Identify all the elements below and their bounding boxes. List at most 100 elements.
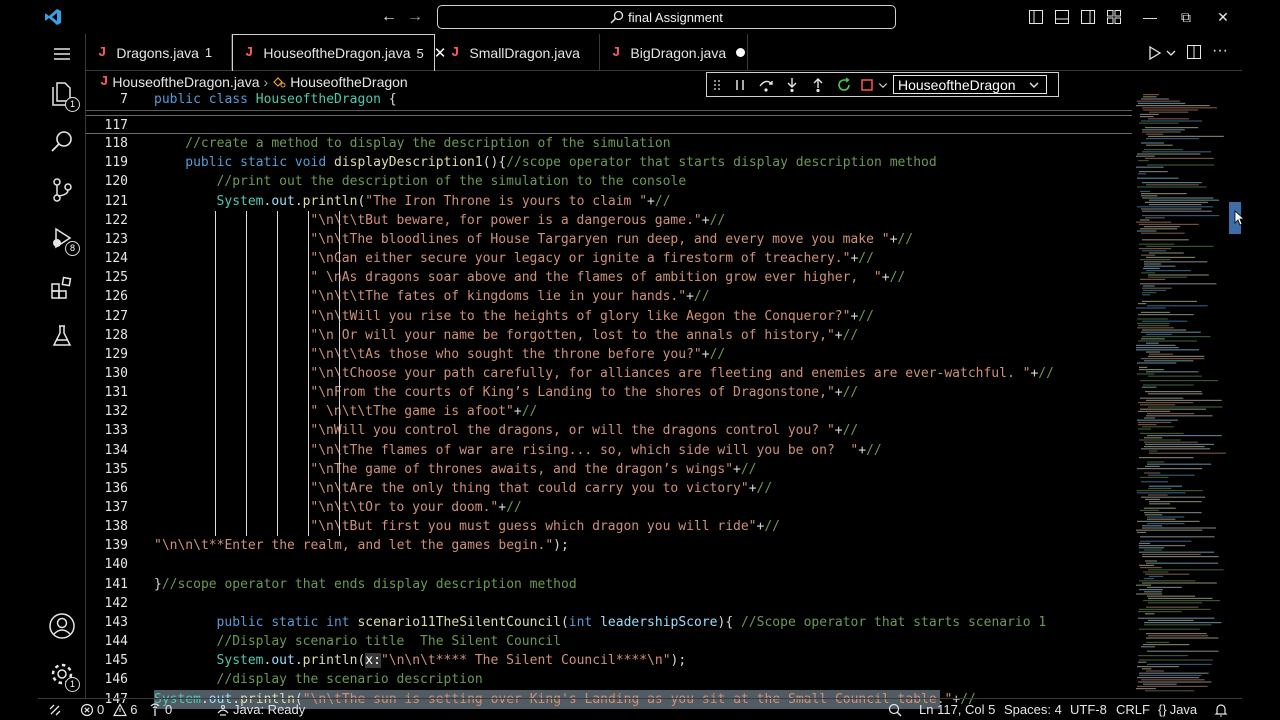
code-line[interactable]: 134 "\n\tThe flames of war are rising... … (86, 441, 1132, 460)
run-and-debug-icon[interactable]: 8 (48, 224, 80, 256)
minimap-line (1148, 494, 1168, 496)
minimap[interactable] (1132, 92, 1242, 698)
code-line[interactable]: 126 "\n\t\tThe fates of kingdoms lie in y… (86, 287, 1132, 306)
code-line[interactable]: 140 (86, 555, 1132, 574)
minimap-line (1140, 509, 1159, 511)
code-line[interactable]: 122 "\n\t\tBut beware, for power is a dan… (86, 211, 1132, 230)
code-line[interactable]: 123 "\n\tThe bloodlines of House Targarye… (86, 230, 1132, 249)
indent-guide (308, 210, 309, 537)
code-line[interactable]: 118 //create a method to display the desc… (86, 134, 1132, 153)
minimap-line (1137, 492, 1186, 494)
more-actions-icon[interactable]: ··· (1212, 42, 1230, 60)
minimap-line (1146, 270, 1191, 272)
minimap-line (1140, 113, 1159, 115)
account-icon[interactable] (48, 612, 76, 640)
toggle-panel-icon[interactable] (1054, 9, 1070, 25)
encoding[interactable]: UTF-8 (1070, 702, 1107, 718)
code-line[interactable]: 138 "\n\tBut first you must guess which d… (86, 517, 1132, 536)
minimap-line (1149, 575, 1164, 577)
java-file-icon: J (100, 74, 109, 90)
breadcrumb-file[interactable]: HouseoftheDragon.java (112, 74, 259, 90)
indentation[interactable]: Spaces: 4 (1004, 702, 1062, 718)
line-number: 142 (104, 595, 128, 611)
minimap-line (1138, 303, 1147, 305)
problems-indicator[interactable]: 0 6 (80, 702, 137, 718)
minimap-line (1137, 666, 1179, 668)
language-mode[interactable]: {} Java (1158, 702, 1197, 718)
zoom-icon[interactable] (888, 702, 902, 718)
code-line[interactable]: 145 System.out.println(x:"\n\n\t**** The … (86, 651, 1132, 670)
code-line[interactable]: 121 System.out.println("The Iron Throne i… (86, 192, 1132, 211)
ports-indicator[interactable]: 0 (148, 702, 172, 718)
toggle-primary-sidebar-icon[interactable] (1028, 9, 1044, 25)
code-line[interactable]: 132 " \n\t\tThe game is afoot"+// (86, 402, 1132, 421)
manage-gear-icon[interactable]: 1 (48, 660, 80, 692)
code-line[interactable]: 146 //display the scenario description (86, 670, 1132, 689)
minimap-line (1140, 116, 1154, 118)
line-number: 145 (104, 653, 128, 669)
restore-button[interactable]: ⧉ (1176, 7, 1196, 27)
menu-icon[interactable] (48, 40, 76, 68)
toggle-secondary-sidebar-icon[interactable] (1080, 9, 1096, 25)
code-editor[interactable]: 7 public class HouseoftheDragon { 117 118… (86, 92, 1132, 709)
extensions-icon[interactable] (48, 274, 76, 302)
minimap-line (1141, 496, 1206, 498)
line-number: 7 (120, 92, 128, 107)
source-control-icon[interactable] (48, 176, 76, 204)
notifications-bell-icon[interactable] (1214, 702, 1228, 718)
minimap-line (1137, 318, 1168, 320)
minimap-line (1146, 144, 1173, 146)
code-line[interactable]: 127 "\n\tWill you rise to the heights of … (86, 307, 1132, 326)
code-line[interactable]: 130 "\n\tChoose your path carefully, for … (86, 364, 1132, 383)
code-line[interactable]: 137 "\n\t\tOr to your doom."+// (86, 498, 1132, 517)
cursor-position[interactable]: Ln 117, Col 5 (919, 702, 995, 718)
search-icon[interactable] (48, 128, 76, 156)
java-status[interactable]: Java: Ready (216, 702, 305, 718)
minimap-line (1139, 248, 1172, 250)
minimap-line (1142, 107, 1217, 109)
breadcrumb-symbol[interactable]: HouseoftheDragon (290, 74, 408, 90)
run-dropdown-chevron-icon[interactable] (1165, 46, 1183, 64)
minimap-line (1143, 600, 1221, 602)
run-java-icon[interactable] (1146, 44, 1173, 62)
testing-flask-icon[interactable] (48, 322, 76, 350)
minimize-button[interactable]: — (1140, 7, 1160, 27)
code-line[interactable]: 141}//scope operator that ends display d… (86, 575, 1132, 594)
minimap-line (1149, 452, 1226, 454)
code-line[interactable]: 119 public static void displayDescription… (86, 153, 1132, 172)
code-line[interactable]: 133 "\nWill you control the dragons, or w… (86, 421, 1132, 440)
code-line[interactable]: 143 public static int scenario11TheSilent… (86, 613, 1132, 632)
forward-arrow-icon[interactable]: → (404, 6, 426, 28)
code-line[interactable]: 117 (86, 115, 1132, 134)
tab-smalldragon[interactable]: J SmallDragon.java (435, 34, 600, 71)
code-line[interactable]: 131 "\nFrom the courts of King’s Landing … (86, 383, 1132, 402)
minimap-line (1146, 184, 1199, 186)
code-line[interactable]: 120 //print out the description of the si… (86, 172, 1132, 191)
unsaved-dot-icon[interactable] (736, 48, 746, 57)
code-line[interactable]: 124 "\nCan either secure your legacy or i… (86, 249, 1132, 268)
code-line[interactable]: 142 (86, 594, 1132, 613)
close-window-button[interactable]: ✕ (1213, 7, 1233, 27)
back-arrow-icon[interactable]: ← (378, 6, 400, 28)
vscode-logo-icon[interactable] (44, 8, 62, 26)
remote-indicator-icon[interactable] (48, 702, 62, 718)
tab-bigdragon[interactable]: J BigDragon.java (600, 34, 748, 71)
code-line[interactable]: 136 "\n\tAre the only thing that could ca… (86, 479, 1132, 498)
minimap-line (1137, 153, 1201, 155)
customize-layout-icon[interactable] (1106, 9, 1122, 25)
sticky-scroll-line[interactable]: 7 public class HouseoftheDragon { (86, 92, 1132, 111)
minimap-line (1148, 619, 1194, 621)
explorer-icon[interactable]: 1 (48, 80, 80, 112)
code-line[interactable]: 135 "\nThe game of thrones awaits, and th… (86, 460, 1132, 479)
command-center-search[interactable]: final Assignment (437, 5, 896, 29)
code-line[interactable]: 139 "\n\n\t**Enter the realm, and let the… (86, 536, 1132, 555)
end-of-line[interactable]: CRLF (1116, 702, 1150, 718)
code-line[interactable]: 128 "\n Or will your name be forgotten, l… (86, 326, 1132, 345)
split-editor-icon[interactable] (1186, 44, 1204, 62)
code-line[interactable]: 125 " \nAs dragons soar above and the fla… (86, 268, 1132, 287)
line-number: 123 (104, 231, 128, 247)
tab-houseofthedragon[interactable]: J HouseoftheDragon.java 5 ✕ (232, 34, 446, 71)
code-line[interactable]: 129 "\n\t\tAs those who sought the throne… (86, 345, 1132, 364)
code-line[interactable]: 144 //Display scenario title The Silent C… (86, 632, 1132, 651)
tab-dragons[interactable]: J Dragons.java 1 (86, 34, 232, 71)
